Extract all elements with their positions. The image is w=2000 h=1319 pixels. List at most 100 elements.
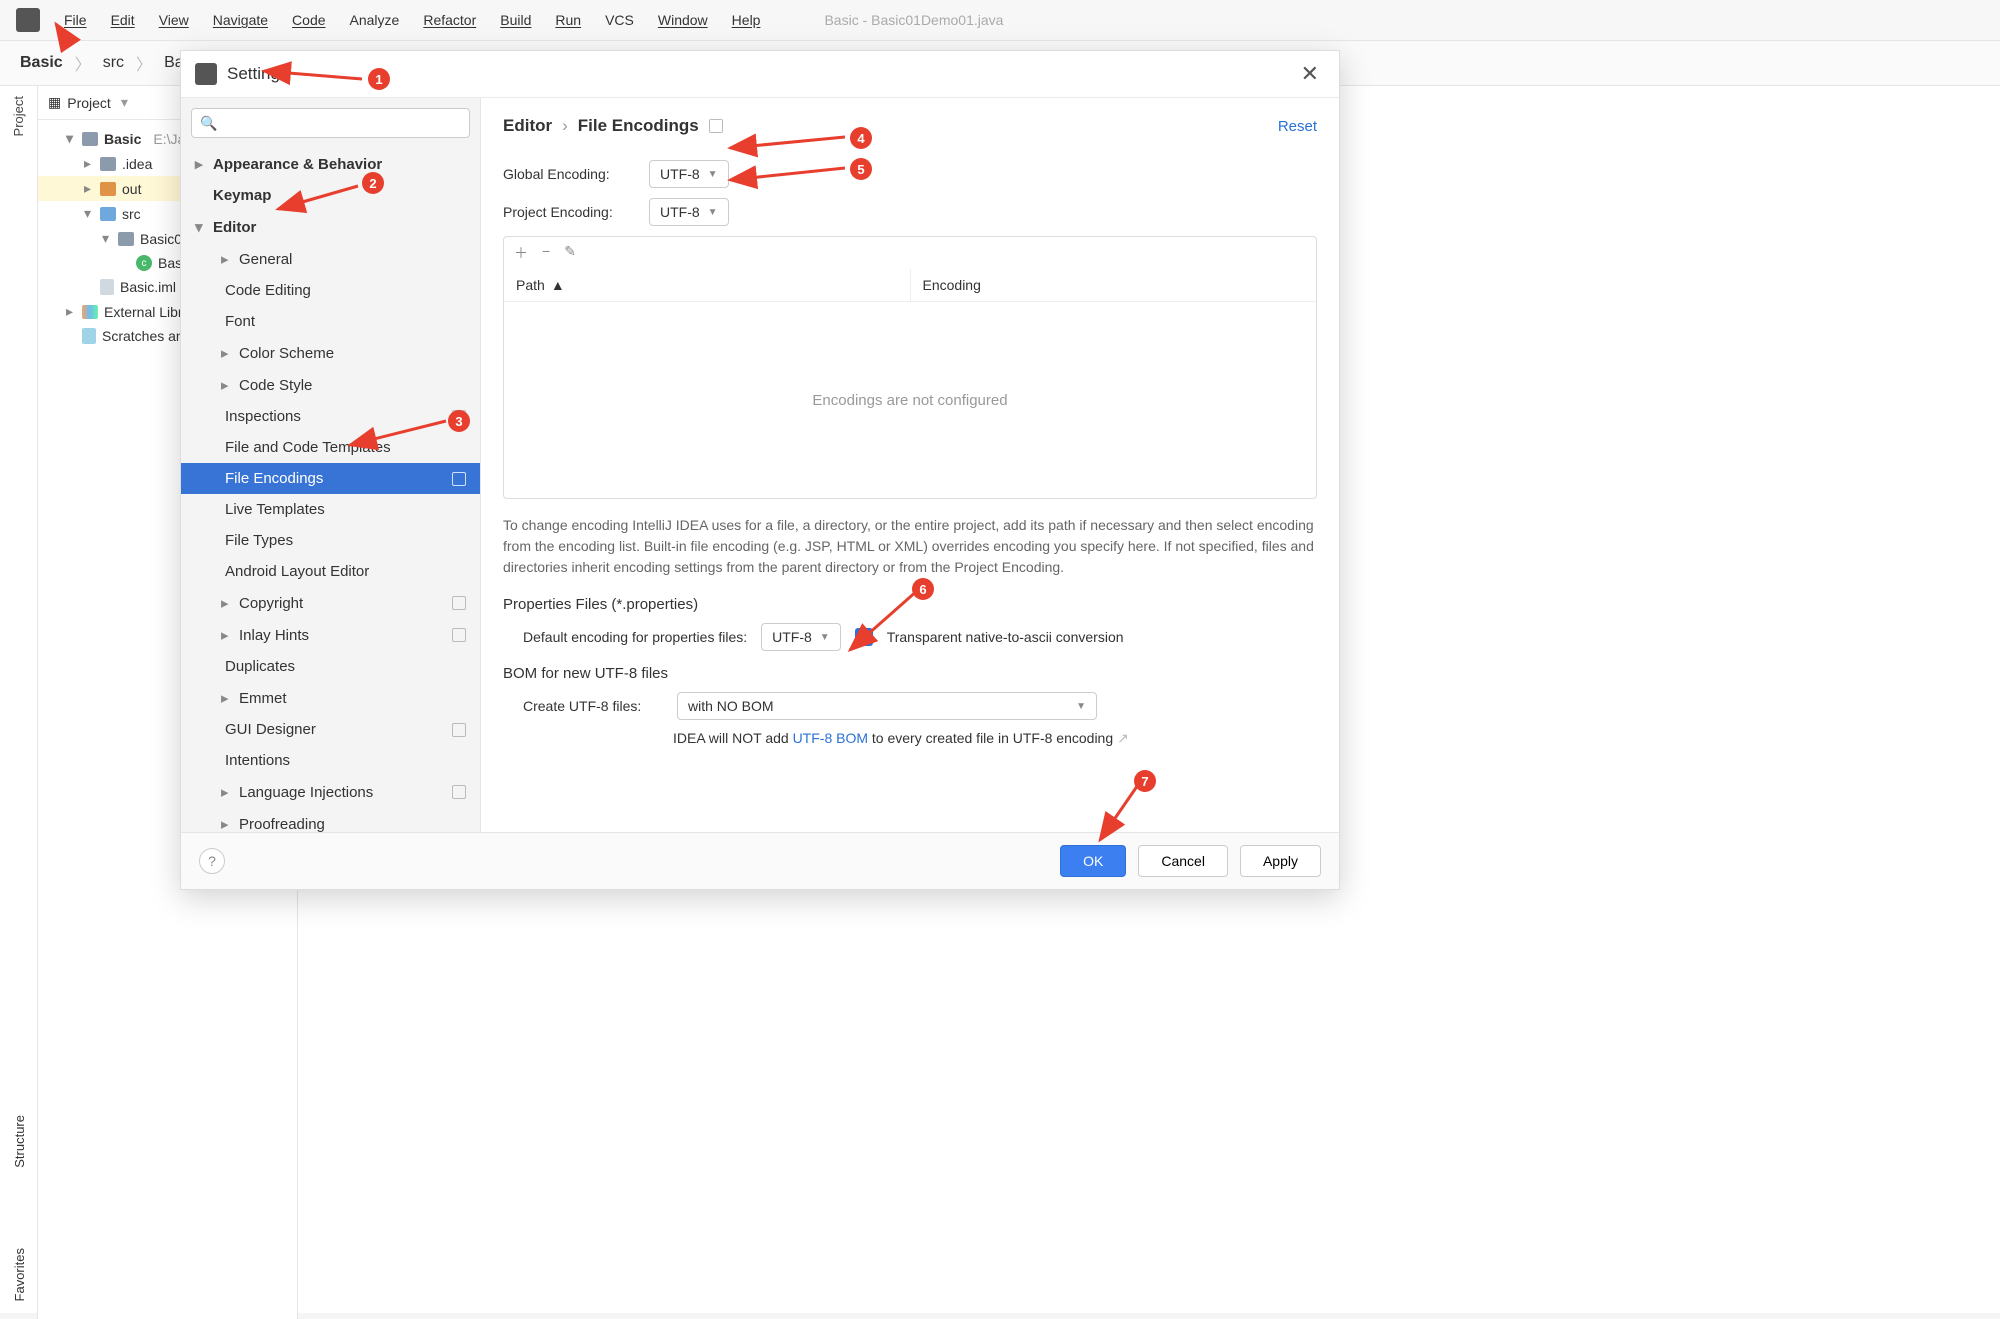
settings-dialog: Settings ✕ 🔍 ▸Appearance & Behavior Keym… <box>180 50 1340 890</box>
nav-file-types[interactable]: File Types <box>181 525 480 556</box>
native-ascii-checkbox[interactable]: ✓ <box>855 628 873 646</box>
project-scope-icon <box>452 596 466 610</box>
nav-color-scheme[interactable]: ▸Color Scheme <box>181 337 480 369</box>
nav-intentions[interactable]: Intentions <box>181 745 480 776</box>
project-scope-icon <box>452 472 466 486</box>
menu-navigate[interactable]: Navigate <box>213 12 268 28</box>
props-encoding-label: Default encoding for properties files: <box>523 629 747 645</box>
menu-analyze[interactable]: Analyze <box>350 12 400 28</box>
class-icon: c <box>136 255 152 271</box>
search-icon: 🔍 <box>200 115 217 132</box>
project-scope-icon <box>452 785 466 799</box>
settings-nav: 🔍 ▸Appearance & Behavior Keymap ▾Editor … <box>181 98 481 832</box>
nav-copyright[interactable]: ▸Copyright <box>181 587 480 619</box>
cancel-button[interactable]: Cancel <box>1138 845 1228 877</box>
app-icon <box>195 63 217 85</box>
project-scope-icon <box>452 628 466 642</box>
settings-breadcrumb: Editor › File Encodings Reset <box>481 98 1339 148</box>
menu-refactor[interactable]: Refactor <box>423 12 476 28</box>
bom-combo[interactable]: with NO BOM▼ <box>677 692 1097 720</box>
nav-language-injections[interactable]: ▸Language Injections <box>181 776 480 808</box>
menu-view[interactable]: View <box>159 12 189 28</box>
menu-file[interactable]: File <box>64 12 87 28</box>
props-encoding-combo[interactable]: UTF-8▼ <box>761 623 841 651</box>
bom-section-title: BOM for new UTF-8 files <box>503 665 1317 682</box>
col-path[interactable]: Path▲ <box>504 269 911 301</box>
nav-inspections[interactable]: Inspections <box>181 401 480 432</box>
menu-window[interactable]: Window <box>658 12 708 28</box>
marker-5: 5 <box>850 158 872 180</box>
settings-search-input[interactable]: 🔍 <box>191 108 470 138</box>
reset-button[interactable]: Reset <box>1278 118 1317 135</box>
nav-code-editing[interactable]: Code Editing <box>181 275 480 306</box>
crumb-editor[interactable]: Editor <box>503 116 552 136</box>
tool-tab-structure[interactable]: Structure <box>12 1115 27 1168</box>
encodings-table: Path▲ Encoding Encodings are not configu… <box>503 269 1317 499</box>
nav-keymap[interactable]: Keymap <box>181 180 480 211</box>
nav-editor[interactable]: ▾Editor <box>181 211 480 243</box>
menu-edit[interactable]: Edit <box>111 12 135 28</box>
edit-button[interactable]: ✎ <box>564 243 576 263</box>
breadcrumb-part[interactable]: Basic <box>20 54 63 72</box>
nav-live-templates[interactable]: Live Templates <box>181 494 480 525</box>
bom-hint: IDEA will NOT add UTF-8 BOM to every cre… <box>673 730 1317 747</box>
project-scope-icon <box>452 723 466 737</box>
marker-3: 3 <box>448 410 470 432</box>
nav-proofreading[interactable]: ▸Proofreading <box>181 808 480 832</box>
nav-duplicates[interactable]: Duplicates <box>181 651 480 682</box>
breadcrumb-separator-icon: 〉 <box>136 51 152 75</box>
chevron-down-icon: ▼ <box>820 632 830 643</box>
external-link-icon: ↗ <box>1117 730 1129 746</box>
add-button[interactable]: ＋ <box>514 243 528 263</box>
project-header-title: Project <box>67 95 111 111</box>
nav-emmet[interactable]: ▸Emmet <box>181 682 480 714</box>
properties-section-title: Properties Files (*.properties) <box>503 596 1317 613</box>
library-icon <box>82 305 98 319</box>
close-button[interactable]: ✕ <box>1295 61 1325 87</box>
window-title: Basic - Basic01Demo01.java <box>824 12 1003 28</box>
breadcrumb-part[interactable]: src <box>103 54 124 72</box>
nav-inlay-hints[interactable]: ▸Inlay Hints <box>181 619 480 651</box>
marker-1: 1 <box>368 68 390 90</box>
project-scope-icon <box>709 119 723 133</box>
chevron-down-icon: ▼ <box>708 207 718 218</box>
menu-vcs[interactable]: VCS <box>605 12 634 28</box>
dialog-footer: ? OK Cancel Apply <box>181 832 1339 889</box>
menu-run[interactable]: Run <box>555 12 581 28</box>
marker-6: 6 <box>912 578 934 600</box>
col-encoding[interactable]: Encoding <box>911 269 1317 301</box>
project-header-icon: ▦ <box>48 94 61 111</box>
chevron-down-icon[interactable]: ▾ <box>121 94 128 111</box>
tool-tab-project[interactable]: Project <box>11 96 26 136</box>
nav-file-templates[interactable]: File and Code Templates <box>181 432 480 463</box>
nav-appearance[interactable]: ▸Appearance & Behavior <box>181 148 480 180</box>
app-icon <box>16 8 40 32</box>
project-encoding-combo[interactable]: UTF-8▼ <box>649 198 729 226</box>
nav-font[interactable]: Font <box>181 306 480 337</box>
nav-general[interactable]: ▸General <box>181 243 480 275</box>
table-placeholder: Encodings are not configured <box>504 302 1316 498</box>
nav-code-style[interactable]: ▸Code Style <box>181 369 480 401</box>
ok-button[interactable]: OK <box>1060 845 1126 877</box>
encoding-hint-text: To change encoding IntelliJ IDEA uses fo… <box>503 515 1317 578</box>
global-encoding-label: Global Encoding: <box>503 166 633 182</box>
dialog-title: Settings <box>227 64 288 84</box>
global-encoding-combo[interactable]: UTF-8▼ <box>649 160 729 188</box>
utf8-bom-link[interactable]: UTF-8 BOM <box>793 730 868 746</box>
nav-file-encodings[interactable]: File Encodings <box>181 463 480 494</box>
menu-build[interactable]: Build <box>500 12 531 28</box>
marker-2: 2 <box>362 172 384 194</box>
apply-button[interactable]: Apply <box>1240 845 1321 877</box>
help-button[interactable]: ? <box>199 848 225 874</box>
menu-help[interactable]: Help <box>732 12 761 28</box>
menu-code[interactable]: Code <box>292 12 325 28</box>
tool-tab-favorites[interactable]: Favorites <box>12 1248 27 1301</box>
chevron-down-icon: ▼ <box>708 169 718 180</box>
native-ascii-label: Transparent native-to-ascii conversion <box>887 629 1124 645</box>
nav-android-layout[interactable]: Android Layout Editor <box>181 556 480 587</box>
crumb-file-encodings: File Encodings <box>578 116 699 136</box>
table-toolbar: ＋ − ✎ <box>503 236 1317 269</box>
remove-button[interactable]: − <box>542 243 550 263</box>
sort-asc-icon: ▲ <box>551 277 565 293</box>
nav-gui-designer[interactable]: GUI Designer <box>181 714 480 745</box>
